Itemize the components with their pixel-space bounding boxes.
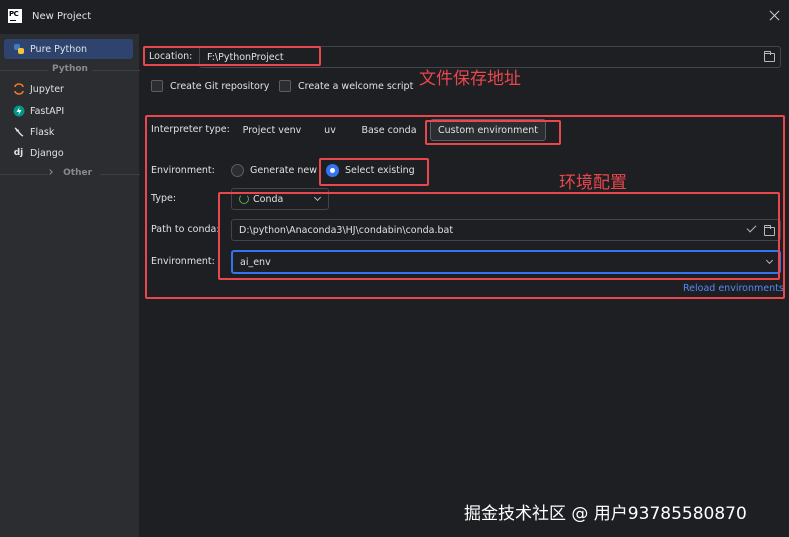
location-annotation-box bbox=[143, 46, 321, 66]
save-location-annotation: 文件保存地址 bbox=[419, 69, 521, 89]
create-git-repository-label: Create Git repository bbox=[170, 81, 270, 92]
sidebar-item-label: FastAPI bbox=[30, 105, 65, 117]
sidebar-item-label: Flask bbox=[30, 126, 55, 138]
sidebar-item-flask[interactable]: Flask bbox=[4, 122, 133, 142]
sidebar-item-label: Pure Python bbox=[30, 43, 88, 55]
sidebar-item-label: Django bbox=[30, 147, 64, 159]
django-icon: dj bbox=[13, 148, 24, 158]
custom-environment-annotation-box bbox=[425, 120, 561, 145]
folder-icon[interactable] bbox=[764, 51, 775, 62]
sidebar-section-python: Python bbox=[0, 64, 140, 74]
jupyter-icon bbox=[12, 83, 25, 96]
sidebar-item-fastapi[interactable]: FastAPI bbox=[4, 101, 133, 121]
select-existing-annotation-box bbox=[319, 158, 429, 186]
create-git-repository-checkbox[interactable] bbox=[151, 80, 163, 92]
chevron-right-icon bbox=[47, 169, 53, 175]
create-welcome-script-label: Create a welcome script bbox=[298, 81, 414, 92]
watermark: 掘金技术社区 @ 用户93785580870 bbox=[464, 504, 747, 524]
title-bar: PC New Project bbox=[0, 0, 789, 34]
env-config-annotation-box bbox=[218, 192, 780, 280]
pycharm-logo-icon: PC bbox=[8, 9, 22, 23]
sidebar-section-label: Other bbox=[63, 168, 93, 178]
sidebar-item-pure-python[interactable]: Pure Python bbox=[4, 39, 133, 59]
sidebar-section-other[interactable]: Other bbox=[0, 168, 140, 178]
window-title: New Project bbox=[32, 11, 92, 22]
close-icon[interactable] bbox=[767, 8, 783, 24]
sidebar-item-django[interactable]: dj Django bbox=[4, 143, 133, 163]
python-icon bbox=[12, 43, 25, 56]
flask-icon bbox=[12, 126, 25, 139]
project-type-sidebar: Pure Python Python Jupyter FastAPI Flask… bbox=[0, 34, 140, 537]
fastapi-icon bbox=[12, 105, 25, 118]
sidebar-item-jupyter[interactable]: Jupyter bbox=[4, 79, 133, 99]
project-settings-panel: Location: F:\PythonProject Create Git re… bbox=[141, 34, 789, 537]
env-config-annotation: 环境配置 bbox=[559, 173, 627, 193]
create-welcome-script-checkbox[interactable] bbox=[279, 80, 291, 92]
sidebar-item-label: Jupyter bbox=[30, 83, 64, 95]
